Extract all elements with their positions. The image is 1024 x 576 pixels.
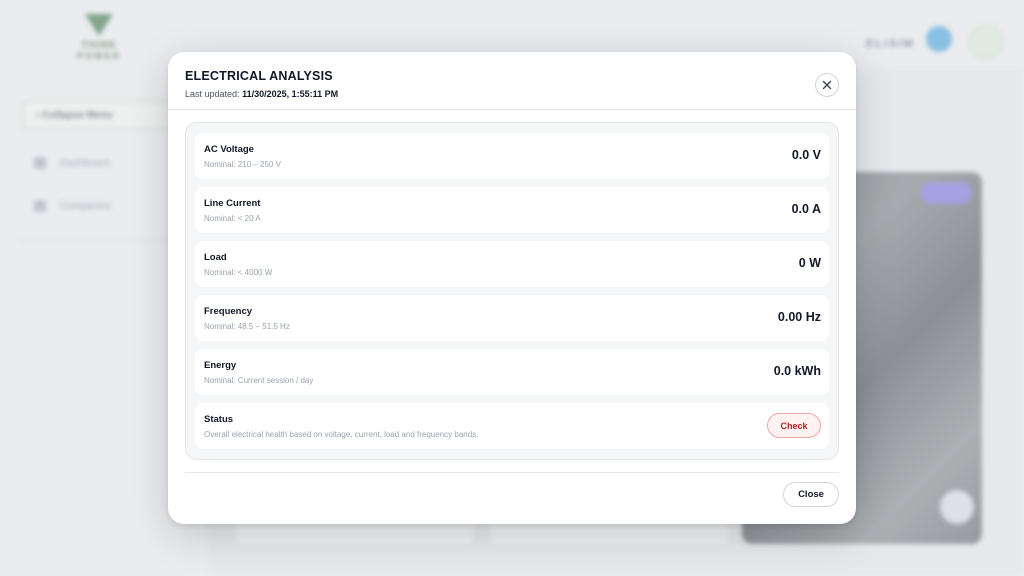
metric-nominal: Nominal: Current session / day	[204, 376, 314, 385]
close-icon	[822, 80, 832, 90]
metric-row-ac-voltage: AC Voltage Nominal: 210 – 250 V 0.0 V	[195, 133, 829, 179]
last-updated: Last updated: 11/30/2025, 1:55:11 PM	[185, 89, 338, 99]
metric-row-energy: Energy Nominal: Current session / day 0.…	[195, 349, 829, 395]
metric-nominal: Nominal: 210 – 250 V	[204, 160, 281, 169]
status-check-button[interactable]: Check	[767, 413, 821, 438]
metric-name: Energy	[204, 360, 237, 371]
dialog-close-button[interactable]	[815, 73, 839, 97]
metric-row-frequency: Frequency Nominal: 48.5 – 51.5 Hz 0.00 H…	[195, 295, 829, 341]
metric-name: Line Current	[204, 198, 261, 209]
metric-value: 0.0 A	[791, 202, 821, 216]
metric-row-line-current: Line Current Nominal: < 20 A 0.0 A	[195, 187, 829, 233]
dialog-title: ELECTRICAL ANALYSIS	[185, 69, 333, 83]
status-description: Overall electrical health based on volta…	[204, 430, 479, 439]
metric-row-load: Load Nominal: < 4000 W 0 W	[195, 241, 829, 287]
metric-name: AC Voltage	[204, 144, 254, 155]
metric-value: 0.00 Hz	[777, 310, 821, 324]
metric-value: 0.0 kWh	[773, 364, 821, 378]
metric-row-status: Status Overall electrical health based o…	[195, 403, 829, 449]
metric-value: 0.0 V	[791, 148, 821, 162]
metrics-panel: AC Voltage Nominal: 210 – 250 V 0.0 V Li…	[185, 122, 839, 460]
electrical-analysis-dialog: ELECTRICAL ANALYSIS Last updated: 11/30/…	[168, 52, 856, 524]
metric-name: Load	[204, 252, 227, 263]
metric-nominal: Nominal: < 4000 W	[204, 268, 273, 277]
dialog-footer-divider	[185, 472, 839, 473]
metric-nominal: Nominal: 48.5 – 51.5 Hz	[204, 322, 290, 331]
dialog-header: ELECTRICAL ANALYSIS Last updated: 11/30/…	[168, 52, 856, 110]
metric-value: 0 W	[798, 256, 821, 270]
status-title: Status	[204, 414, 234, 425]
metric-nominal: Nominal: < 20 A	[204, 214, 261, 223]
metric-name: Frequency	[204, 306, 253, 317]
last-updated-label: Last updated:	[185, 89, 240, 99]
last-updated-value: 11/30/2025, 1:55:11 PM	[242, 89, 339, 99]
close-button[interactable]: Close	[783, 482, 839, 507]
